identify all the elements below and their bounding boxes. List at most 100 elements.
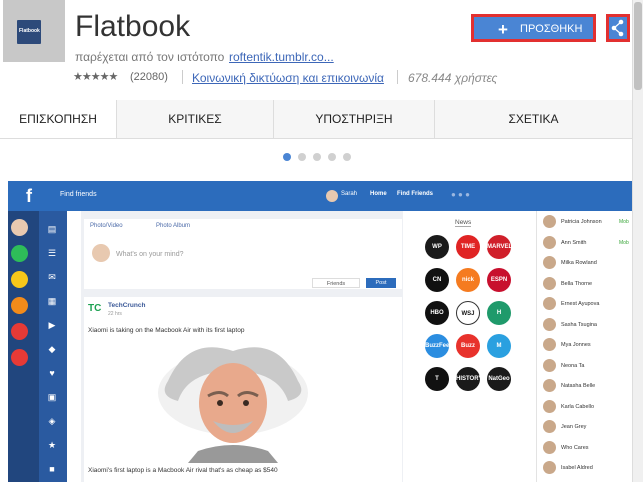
avatar [543, 235, 556, 249]
list-icon: ☰ [47, 248, 57, 258]
friend-name: Isabel Aldred [561, 465, 593, 471]
fb-find-friends-link: Find Friends [397, 191, 433, 197]
fb-composer: Photo/Video Photo Album What's on your m… [84, 219, 402, 289]
carousel-dot[interactable] [328, 153, 336, 161]
avatar [543, 256, 556, 269]
gift-icon: ■ [49, 464, 55, 474]
friend-item: Milka Rowland [543, 256, 632, 270]
avatar [543, 317, 556, 331]
photo-album-link: Photo Album [156, 223, 191, 229]
post-author: TechCrunch [108, 302, 146, 309]
rating-stars[interactable]: ★★★★★ [73, 70, 118, 83]
avatar [543, 358, 556, 372]
rating-count[interactable]: (22080) [130, 71, 168, 83]
add-button[interactable]: + ΠΡΟΣΘΗΚΗ [471, 14, 596, 42]
shield-icon: ◈ [48, 416, 56, 426]
share-button[interactable] [606, 14, 630, 42]
tab-label: ΕΠΙΣΚΟΠΗΣΗ [19, 112, 97, 126]
news-source-icon: Buzz Feed [456, 334, 480, 373]
extension-icon: Flatbook [3, 0, 65, 62]
friend-item: Karla Cabello [543, 399, 632, 414]
mail-icon: ✉ [48, 272, 56, 282]
star-icon: ★ [47, 440, 57, 450]
offered-by-link[interactable]: roftentik.tumblr.co... [229, 50, 334, 64]
category-link[interactable]: Κοινωνική δικτύωση και επικοινωνία [192, 71, 384, 85]
photo-video-link: Photo/Video [90, 223, 123, 229]
app-icon [11, 323, 28, 340]
tab-reviews[interactable]: ΚΡΙΤΙΚΕΣ [116, 100, 273, 138]
tab-related[interactable]: ΣΧΕΤΙΚΑ [434, 100, 632, 138]
friend-item: Ann Smith Mob [543, 235, 632, 250]
friend-item: Sasha Tsugina [543, 317, 632, 332]
friend-name: Neona Ta [561, 362, 585, 369]
friend-name: Patricia Johnson [561, 219, 602, 225]
friend-item: Natasha Belle [543, 379, 632, 393]
fb-left-apps [8, 211, 39, 482]
friend-name: Karla Cabello [561, 403, 595, 410]
tab-label: ΥΠΟΣΤΗΡΙΞΗ [315, 112, 393, 126]
fb-friends-list: Patricia Johnson Mob Ann Smith Mob Milka Row… [536, 211, 632, 482]
app-icon [11, 271, 28, 288]
app-icon [11, 349, 28, 366]
carousel-dot[interactable] [298, 153, 306, 161]
avatar [11, 219, 28, 236]
news-source-icon: MARVEL [487, 235, 512, 259]
avatar [543, 461, 556, 474]
avatar [543, 420, 556, 433]
friend-item: Jean Grey [543, 420, 632, 434]
friend-item: Mya Jonnes [543, 338, 632, 352]
friend-name: Ernest Ayupova [561, 301, 600, 307]
carousel-dot[interactable] [313, 153, 321, 161]
post-caption: Xiaomi's first laptop is a Macbook Air r… [88, 467, 278, 474]
friend-name: Milka Rowland [561, 260, 597, 266]
video-icon: ▶ [48, 320, 56, 330]
carousel-dot[interactable] [283, 153, 291, 161]
add-button-label: ΠΡΟΣΘΗΚΗ [520, 23, 583, 35]
post-button: Post [366, 278, 396, 288]
friend-item: Isabel Aldred [543, 461, 632, 475]
news-title: News [455, 219, 472, 227]
friend-name: Who Cares [561, 444, 589, 451]
plus-icon: + [498, 20, 508, 39]
avatar [92, 244, 110, 262]
heart-icon: ♥ [49, 368, 55, 378]
avatar [326, 190, 338, 202]
calendar-icon: ▦ [47, 296, 57, 306]
news-source-icon: NatGeo [487, 367, 511, 391]
news-source-icon: T [425, 367, 449, 391]
tab-label: ΚΡΙΤΙΚΕΣ [168, 112, 222, 126]
friend-name: Natasha Belle [561, 383, 596, 389]
news-source-icon: ESPN [487, 268, 511, 292]
post-time: 22 hrs [108, 311, 122, 317]
friend-status: Mob [619, 239, 629, 246]
news-source-icon: M [487, 334, 511, 358]
scrollbar-thumb[interactable] [634, 2, 642, 90]
tab-support[interactable]: ΥΠΟΣΤΗΡΙΞΗ [273, 100, 434, 138]
app-title: Flatbook [75, 10, 191, 43]
offered-by-label: παρέχεται από τον ιστότοπο [75, 50, 225, 64]
einstein-image [148, 341, 318, 463]
tab-overview[interactable]: ΕΠΙΣΚΟΠΗΣΗ [0, 100, 116, 138]
news-source-icon: WSJ [456, 301, 480, 325]
photos-icon: ▣ [47, 392, 57, 402]
game-icon: ◆ [48, 344, 56, 354]
tab-bar: ΕΠΙΣΚΟΠΗΣΗ ΚΡΙΤΙΚΕΣ ΥΠΟΣΤΗΡΙΞΗ ΣΧΕΤΙΚΑ [0, 100, 632, 139]
news-source-icon: TIME [456, 235, 480, 259]
fb-left-nav: ▤ ☰ ✉ ▦ ▶ ◆ ♥ ▣ ◈ ★ ■ [39, 211, 67, 482]
icon-text: Flatbook [19, 28, 40, 34]
divider [397, 70, 398, 84]
news-source-icon: nick [456, 268, 480, 292]
doc-icon: ▤ [47, 224, 57, 234]
friend-item: Who Cares [543, 440, 632, 455]
screenshot-preview[interactable]: f Find friends Sarah Home Find Friends ●… [8, 181, 632, 482]
friend-item: Neona Ta [543, 358, 632, 373]
friend-name: Mya Jonnes [561, 342, 591, 348]
friend-item: Ernest Ayupova [543, 297, 632, 311]
fb-home-link: Home [370, 191, 387, 197]
avatar [543, 215, 556, 228]
carousel-dot[interactable] [343, 153, 351, 161]
news-source-icon: H [487, 301, 511, 325]
divider [182, 70, 183, 84]
app-icon [11, 245, 28, 262]
news-source-icon: HBO [425, 301, 449, 325]
